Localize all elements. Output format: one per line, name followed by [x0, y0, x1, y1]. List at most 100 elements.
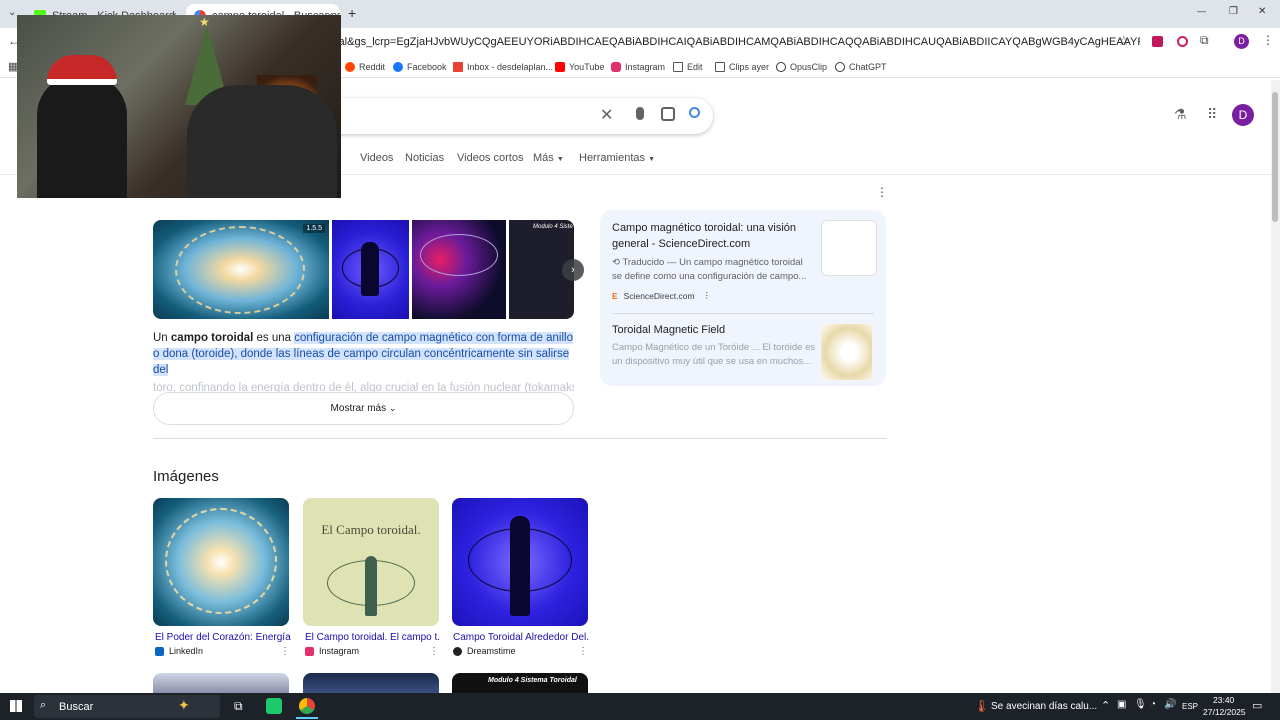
image-result-torus[interactable]: [153, 498, 289, 626]
tab-videos-cortos[interactable]: Videos cortos: [457, 152, 523, 164]
body-silhouette: [365, 556, 377, 616]
sources-panel: Campo magnético toroidal: una visión gen…: [600, 210, 886, 386]
overview-menu-icon[interactable]: ⋮: [876, 185, 888, 199]
tab-videos[interactable]: Videos: [360, 152, 393, 164]
bookmark-instagram[interactable]: Instagram: [611, 59, 665, 75]
chevron-down-icon: ⌄: [388, 403, 397, 413]
image-result-title[interactable]: El Campo toroidal. El campo t...: [305, 632, 441, 643]
image-badge: 1.5.5: [303, 224, 325, 233]
folder-icon: [673, 62, 683, 72]
carousel-next-button[interactable]: ›: [562, 259, 584, 281]
lens-icon[interactable]: [661, 107, 675, 121]
dreamstime-icon: [453, 646, 462, 656]
more-options-icon[interactable]: ⋮: [280, 646, 290, 657]
search-highlight-icon: ✦: [178, 697, 190, 713]
windows-start-icon[interactable]: [10, 700, 22, 712]
field-lines: [342, 248, 399, 288]
source-snippet: Campo Magnético de un Toróide ... El tor…: [612, 342, 816, 367]
source-card[interactable]: Campo magnético toroidal: una visión gen…: [612, 220, 877, 312]
image-result-row2[interactable]: Modulo 4 Sistema Toroidal: [452, 673, 588, 693]
faded-text: toro, confinando la energía dentro de él…: [153, 382, 574, 392]
language-indicator[interactable]: ESP: [1182, 702, 1198, 711]
labs-flask-icon[interactable]: ⚗: [1174, 106, 1187, 123]
webcam-overlay: ★: [17, 15, 341, 198]
taskbar-search[interactable]: ⌕ Buscar ✦: [34, 695, 220, 718]
close-window-button[interactable]: ✕: [1258, 6, 1266, 17]
image-result-body-field[interactable]: [452, 498, 588, 626]
body-silhouette: [510, 516, 530, 616]
show-more-button[interactable]: Mostrar más ⌄: [153, 392, 574, 425]
chrome-icon[interactable]: [299, 698, 315, 714]
torus-rings: [165, 508, 277, 614]
source-card[interactable]: Toroidal Magnetic Field Campo Magnético …: [612, 324, 872, 386]
tab-herramientas[interactable]: Herramientas ▼: [579, 152, 655, 164]
tray-chevron-icon[interactable]: ⌃: [1101, 699, 1110, 712]
search-icon: ⌕: [40, 699, 47, 711]
image-result-row2[interactable]: [303, 673, 439, 693]
overview-image-torus[interactable]: 1.5.5: [153, 220, 329, 319]
image-result-source: Dreamstime: [453, 646, 516, 656]
image-result-row2[interactable]: [153, 673, 289, 693]
chatgpt-icon: [835, 62, 845, 72]
extension-icon[interactable]: [1152, 36, 1163, 47]
overview-image-chakras[interactable]: [412, 220, 506, 319]
more-options-icon[interactable]: ⋮: [703, 290, 712, 301]
task-view-icon[interactable]: ⧉: [234, 699, 243, 714]
image-result-campo-toroidal[interactable]: El Campo toroidal.: [303, 498, 439, 626]
santa-hat: [47, 55, 117, 85]
bookmark-edit[interactable]: Edit: [673, 59, 703, 75]
linkedin-icon: [155, 646, 164, 656]
profile-avatar[interactable]: D: [1234, 34, 1249, 49]
extension-icon[interactable]: [1177, 36, 1188, 47]
image-result-title[interactable]: Campo Toroidal Alrededor Del...: [453, 632, 589, 643]
scrollbar-thumb[interactable]: [1272, 92, 1278, 222]
source-site: E ScienceDirect.com ⋮: [612, 290, 712, 301]
wifi-icon[interactable]: ◔: [1150, 699, 1156, 710]
gmail-icon: [453, 62, 463, 72]
source-title[interactable]: Campo magnético toroidal: una visión gen…: [612, 220, 807, 252]
weather-text[interactable]: Se avecinan días calu...: [991, 701, 1097, 712]
bookmark-opusclip[interactable]: OpusClip: [776, 59, 827, 75]
clock-time[interactable]: 23:40: [1213, 695, 1234, 705]
more-options-icon[interactable]: ⋮: [578, 646, 588, 657]
bookmark-youtube[interactable]: YouTube: [555, 59, 604, 75]
person-right: [187, 85, 337, 198]
browser-menu-icon[interactable]: ⋮: [1262, 33, 1274, 47]
tab-noticias[interactable]: Noticias: [405, 152, 444, 164]
volume-icon[interactable]: 🔊: [1164, 699, 1176, 710]
restore-button[interactable]: ❐: [1229, 6, 1238, 17]
bookmark-reddit[interactable]: Reddit: [345, 59, 385, 75]
bookmark-gmail[interactable]: Inbox - desdelaplan...: [453, 59, 553, 75]
bookmark-clips[interactable]: Clips ayer: [715, 59, 769, 75]
address-bar[interactable]: idal&gs_lcrp=EgZjaHJvbWUyCQgAEEUYORiABDI…: [330, 31, 1140, 53]
extensions-puzzle-icon[interactable]: ⧉: [1200, 33, 1209, 48]
app-icon[interactable]: [266, 698, 282, 714]
google-apps-icon[interactable]: ⠿: [1207, 106, 1217, 123]
more-options-icon[interactable]: ⋮: [429, 646, 439, 657]
bookmark-chatgpt[interactable]: ChatGPT: [835, 59, 887, 75]
microphone-icon[interactable]: 🎙: [1134, 699, 1147, 710]
image-caption: El Campo toroidal.: [321, 522, 421, 537]
windows-taskbar: ⌕ Buscar ✦ ⧉ 🌡 Se avecinan días calu... …: [0, 693, 1280, 720]
minimize-button[interactable]: —: [1197, 6, 1206, 16]
folder-icon: [715, 62, 725, 72]
account-avatar[interactable]: D: [1232, 104, 1254, 126]
clock-date[interactable]: 27/12/2025: [1203, 707, 1246, 717]
module-title: Modulo 4 Siste: [533, 224, 573, 230]
clear-icon[interactable]: ✕: [600, 105, 613, 125]
source-snippet: ⟲ Traducido — Un campo magnético toroida…: [612, 257, 807, 282]
tray-app-icon[interactable]: ▣: [1117, 699, 1126, 710]
weather-icon: 🌡: [974, 699, 990, 713]
bookmark-star-icon[interactable]: ☆: [1118, 33, 1130, 49]
notifications-icon[interactable]: ▭: [1252, 699, 1262, 712]
bookmark-facebook[interactable]: Facebook: [393, 59, 447, 75]
tab-search-icon[interactable]: ⌄: [8, 7, 16, 18]
image-result-title[interactable]: El Poder del Corazón: Energía...: [155, 632, 291, 643]
search-input[interactable]: ✕: [320, 98, 713, 134]
overview-image-body-field[interactable]: [332, 220, 409, 319]
voice-search-icon[interactable]: [636, 107, 644, 120]
new-tab-button[interactable]: +: [348, 5, 356, 21]
search-icon[interactable]: [689, 107, 700, 118]
images-heading: Imágenes: [153, 468, 219, 485]
tab-mas[interactable]: Más ▼: [533, 152, 564, 164]
